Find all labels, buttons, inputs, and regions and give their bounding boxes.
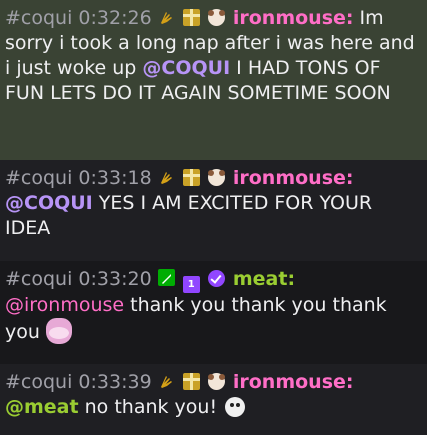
gift-icon[interactable] [182,9,200,26]
chat-message: #coqui 0:33:20 1 meat: @ironmouse thank … [0,261,427,364]
moderator-sword-icon[interactable] [157,269,175,286]
channel-name: #coqui [5,7,73,29]
channel-name: #coqui [5,167,73,189]
timestamp: 0:33:20 [78,268,152,290]
username[interactable]: ironmouse [233,7,346,29]
channel-name: #coqui [5,268,73,290]
mention[interactable]: @ironmouse [5,294,124,316]
chat-message: #coqui 0:32:26 ironmouse: Im sorry i too… [0,0,427,160]
channel-name: #coqui [5,371,73,393]
chat-message: #coqui 0:33:39 ironmouse: @meat no thank… [0,364,427,435]
mention[interactable]: @meat [5,396,79,418]
timestamp: 0:32:26 [78,7,152,29]
hand-wave-icon[interactable] [158,372,175,389]
hand-wave-icon[interactable] [158,8,175,25]
username-separator: : [345,7,354,29]
hand-wave-icon[interactable] [158,168,175,185]
username-separator: : [345,167,354,189]
username[interactable]: meat [233,268,288,290]
chat-log: #coqui 0:32:26 ironmouse: Im sorry i too… [0,0,427,435]
face-emote-icon[interactable] [225,397,246,417]
mention[interactable]: @COQUI [5,192,93,214]
timestamp: 0:33:18 [78,167,152,189]
message-text: no thank you! [78,396,218,418]
timestamp: 0:33:39 [78,371,152,393]
mouse-icon[interactable] [207,373,225,390]
subscriber-icon[interactable]: 1 [182,276,200,293]
username-separator: : [287,268,296,290]
mention[interactable]: @COQUI [142,57,230,79]
mouse-emote-icon[interactable] [45,318,72,344]
gift-icon[interactable] [182,169,200,186]
gift-icon[interactable] [182,373,200,390]
mouse-icon[interactable] [207,169,225,186]
username[interactable]: ironmouse [233,167,346,189]
username[interactable]: ironmouse [233,371,346,393]
verified-icon[interactable] [207,270,225,287]
mouse-icon[interactable] [207,9,225,26]
username-separator: : [345,371,354,393]
chat-message: #coqui 0:33:18 ironmouse: @COQUI YES I A… [0,160,427,261]
